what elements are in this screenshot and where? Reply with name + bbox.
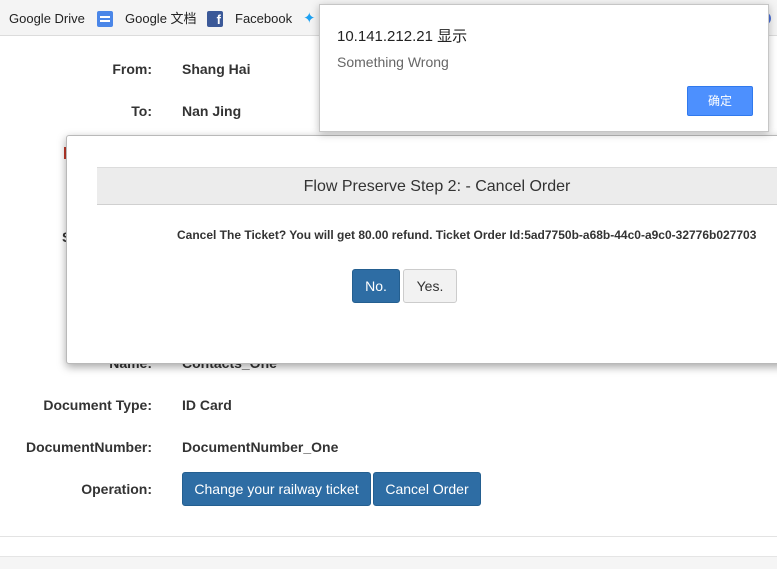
- bookmark-facebook[interactable]: Facebook: [235, 11, 292, 27]
- browser-alert-dialog: 10.141.212.21 显示 Something Wrong 确定: [319, 4, 769, 132]
- no-button[interactable]: No.: [352, 269, 400, 303]
- modal-title: Flow Preserve Step 2: - Cancel Order: [303, 178, 571, 195]
- change-ticket-button[interactable]: Change your railway ticket: [182, 472, 371, 506]
- from-value: Shang Hai: [182, 61, 251, 77]
- page-footer: [0, 556, 777, 569]
- cancel-order-button[interactable]: Cancel Order: [373, 472, 481, 506]
- document-number-label: DocumentNumber:: [25, 439, 152, 455]
- twitter-icon[interactable]: ✦: [303, 11, 319, 27]
- document-number-value: DocumentNumber_One: [182, 439, 339, 455]
- operation-label: Operation:: [81, 481, 152, 497]
- page-divider: [0, 536, 777, 537]
- bookmark-google-docs[interactable]: Google 文档: [125, 11, 197, 27]
- cancel-order-modal: Flow Preserve Step 2: - Cancel Order Can…: [66, 135, 777, 364]
- alert-ok-button[interactable]: 确定: [687, 86, 753, 116]
- yes-button[interactable]: Yes.: [403, 269, 457, 303]
- bookmark-google-drive[interactable]: Google Drive: [9, 11, 85, 27]
- modal-header: Flow Preserve Step 2: - Cancel Order: [97, 167, 777, 205]
- modal-message: Cancel The Ticket? You will get 80.00 re…: [177, 228, 757, 242]
- document-type-value: ID Card: [182, 397, 232, 413]
- google-docs-icon: [97, 11, 113, 27]
- document-type-label: Document Type:: [43, 397, 152, 413]
- alert-origin: 10.141.212.21 显示: [337, 28, 468, 45]
- to-label: To:: [131, 103, 152, 119]
- facebook-icon: f: [207, 11, 223, 27]
- alert-message: Something Wrong: [337, 54, 449, 70]
- from-label: From:: [112, 61, 152, 77]
- to-value: Nan Jing: [182, 103, 242, 119]
